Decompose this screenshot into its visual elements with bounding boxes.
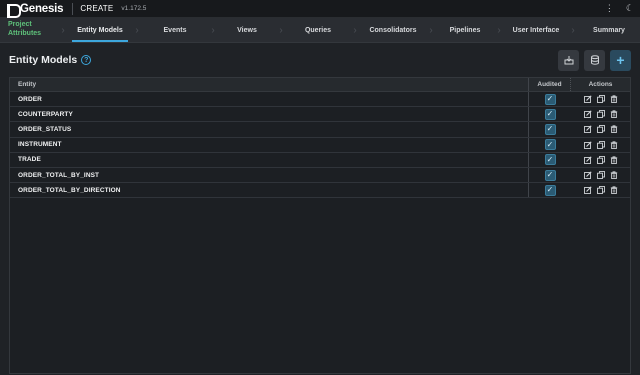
entity-name: COUNTERPARTY (10, 107, 529, 122)
step-pipelines[interactable]: Pipelines (436, 18, 494, 42)
delete-icon[interactable] (610, 141, 618, 149)
delete-icon[interactable] (610, 186, 618, 195)
audited-cell: ✓ (529, 168, 571, 182)
audited-checkbox[interactable]: ✓ (544, 123, 556, 135)
audited-cell: ✓ (529, 183, 571, 197)
column-header-entity[interactable]: Entity (10, 78, 529, 91)
entity-name: ORDER_STATUS (10, 122, 529, 137)
edit-icon[interactable] (583, 186, 592, 195)
step-entity-models[interactable]: Entity Models (68, 18, 132, 42)
entity-name: ORDER_TOTAL_BY_INST (10, 167, 529, 183)
page-header: Entity Models ? + (0, 43, 640, 77)
genesis-logo[interactable]: Genesis (7, 2, 64, 18)
audited-cell: ✓ (529, 122, 571, 136)
import-icon (564, 56, 573, 65)
column-header-audited[interactable]: Audited (529, 78, 571, 91)
moon-icon[interactable]: ☾ (626, 4, 634, 13)
add-entity-button[interactable]: + (610, 49, 631, 71)
actions-cell (571, 107, 630, 121)
delete-icon[interactable] (610, 110, 618, 119)
chevron-right-icon: › (61, 24, 65, 36)
more-vertical-icon[interactable]: ⋮ (605, 4, 614, 13)
audited-cell: ✓ (529, 138, 571, 152)
database-icon (590, 55, 599, 65)
app-version: v1.172.5 (121, 5, 147, 12)
delete-icon[interactable] (610, 125, 618, 134)
add-icon: + (616, 52, 625, 68)
audited-checkbox[interactable]: ✓ (544, 93, 556, 105)
actions-cell (571, 153, 630, 167)
column-header-actions: Actions (588, 81, 613, 88)
brand-name: Genesis (20, 2, 64, 15)
copy-icon[interactable] (596, 155, 605, 164)
wizard-stepper: Project Attributes › Entity Models › Eve… (0, 18, 640, 43)
audited-checkbox[interactable]: ✓ (544, 139, 556, 151)
copy-icon[interactable] (596, 186, 605, 195)
step-summary[interactable]: Summary (578, 18, 640, 42)
chevron-right-icon: › (211, 24, 215, 36)
entity-name: INSTRUMENT (10, 137, 529, 152)
entity-name: ORDER (10, 92, 529, 107)
audited-checkbox[interactable]: ✓ (544, 108, 556, 120)
copy-icon[interactable] (596, 125, 605, 134)
chevron-right-icon: › (429, 24, 433, 36)
audited-cell: ✓ (529, 107, 571, 121)
step-project-attributes[interactable]: Project Attributes (0, 18, 58, 42)
audited-cell: ✓ (529, 92, 571, 106)
table-row[interactable]: COUNTERPARTY ✓ (10, 107, 630, 123)
audited-checkbox[interactable]: ✓ (544, 184, 556, 196)
edit-icon[interactable] (583, 125, 592, 134)
audited-cell: ✓ (529, 153, 571, 167)
chevron-right-icon: › (353, 24, 357, 36)
app-name: CREATE (80, 4, 114, 13)
edit-icon[interactable] (583, 110, 592, 119)
delete-icon[interactable] (610, 95, 618, 104)
copy-icon[interactable] (596, 171, 605, 179)
database-button[interactable] (584, 49, 605, 71)
audited-checkbox[interactable]: ✓ (544, 154, 556, 166)
copy-icon[interactable] (596, 95, 605, 104)
table-row[interactable]: ORDER_STATUS ✓ (10, 122, 630, 138)
entity-table: Entity Audited Actions ORDER ✓ COUNTERPA… (9, 77, 631, 374)
table-header: Entity Audited Actions (10, 78, 630, 92)
entity-name: TRADE (10, 152, 529, 167)
chevron-right-icon: › (279, 24, 283, 36)
top-bar: Genesis CREATE v1.172.5 ⋮ ☾ (0, 0, 640, 18)
help-icon[interactable]: ? (81, 55, 92, 65)
edit-icon[interactable] (583, 95, 592, 104)
genesis-logo-icon (7, 3, 21, 18)
copy-icon[interactable] (596, 140, 605, 149)
page-title: Entity Models (9, 54, 78, 66)
actions-cell (571, 168, 630, 182)
actions-cell (571, 183, 630, 197)
copy-icon[interactable] (596, 110, 605, 119)
delete-icon[interactable] (610, 171, 618, 179)
topbar-divider (72, 2, 74, 15)
step-consolidators[interactable]: Consolidators (360, 18, 426, 42)
actions-cell (571, 92, 630, 106)
table-row[interactable]: ORDER_TOTAL_BY_DIRECTION ✓ (10, 183, 630, 199)
step-queries[interactable]: Queries (286, 18, 350, 42)
step-events[interactable]: Events (142, 18, 208, 42)
actions-cell (571, 138, 630, 152)
edit-icon[interactable] (583, 171, 592, 179)
edit-icon[interactable] (583, 141, 592, 149)
import-button[interactable] (558, 49, 579, 71)
entity-name: ORDER_TOTAL_BY_DIRECTION (10, 183, 529, 198)
chevron-right-icon: › (135, 24, 139, 36)
audited-checkbox[interactable]: ✓ (544, 169, 556, 181)
step-views[interactable]: Views (218, 18, 276, 42)
actions-cell (571, 122, 630, 136)
chevron-right-icon: › (571, 24, 575, 36)
chevron-right-icon: › (497, 24, 501, 36)
table-row[interactable]: TRADE ✓ (10, 152, 630, 168)
table-row[interactable]: ORDER ✓ (10, 92, 630, 108)
edit-icon[interactable] (583, 156, 592, 164)
table-body: ORDER ✓ COUNTERPARTY ✓ ORDER_STATUS ✓ IN… (10, 92, 630, 199)
table-row[interactable]: ORDER_TOTAL_BY_INST ✓ (10, 167, 630, 184)
table-row[interactable]: INSTRUMENT ✓ (10, 137, 630, 153)
delete-icon[interactable] (610, 156, 618, 164)
step-user-interface[interactable]: User Interface (504, 18, 568, 42)
